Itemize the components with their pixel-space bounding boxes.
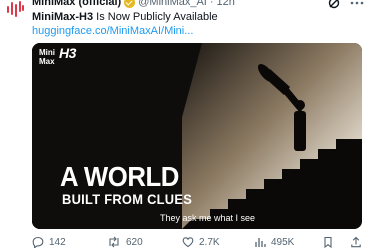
share-icon bbox=[351, 236, 361, 248]
more-icon[interactable] bbox=[350, 0, 364, 14]
grok-icon[interactable] bbox=[328, 0, 340, 14]
brand-bottom: Max bbox=[39, 57, 55, 66]
top-actions bbox=[328, 0, 364, 14]
author-name[interactable]: MiniMax (official) bbox=[32, 0, 121, 8]
tweet-link[interactable]: huggingface.co/MiniMaxAI/Mini... bbox=[32, 25, 193, 37]
media-caption: They ask me what I see bbox=[160, 213, 256, 223]
tweet-text: MiniMax-H3 Is Now Publicly Available bbox=[32, 11, 218, 23]
tweet-text-bold: MiniMax-H3 bbox=[32, 11, 94, 23]
bookmark-button[interactable] bbox=[322, 236, 334, 248]
reply-count: 142 bbox=[49, 236, 66, 248]
separator: · bbox=[209, 0, 214, 8]
brand-model: H3 bbox=[59, 45, 76, 61]
tweet-media[interactable]: Mini Max H3 A WORLD BUILT FROM CLUES The… bbox=[32, 43, 362, 229]
view-count: 495K bbox=[271, 236, 295, 248]
tweet-actions: 142 620 2.7K 495K bbox=[32, 236, 372, 248]
avatar[interactable] bbox=[5, 0, 25, 18]
tweet[interactable]: MiniMax (official) @MiniMax_AI · 12h Min… bbox=[0, 0, 372, 248]
author-handle[interactable]: @MiniMax_AI bbox=[138, 0, 207, 8]
timestamp[interactable]: 12h bbox=[217, 0, 235, 8]
media-subhead: BUILT FROM CLUES bbox=[62, 191, 193, 207]
verified-badge-icon bbox=[124, 0, 136, 8]
views-icon bbox=[255, 238, 266, 247]
views-button[interactable]: 495K bbox=[254, 236, 294, 248]
brand-logo: Mini Max H3 bbox=[39, 46, 76, 66]
like-count: 2.7K bbox=[199, 236, 220, 248]
share-button[interactable] bbox=[350, 236, 362, 248]
heart-icon bbox=[182, 237, 194, 248]
tweet-text-rest: Is Now Publicly Available bbox=[93, 11, 218, 23]
bookmark-icon bbox=[324, 236, 332, 248]
tweet-header: MiniMax (official) @MiniMax_AI · 12h bbox=[32, 0, 235, 8]
repost-count: 620 bbox=[126, 236, 143, 248]
minimax-logo-icon bbox=[7, 1, 24, 17]
like-button[interactable]: 2.7K bbox=[182, 236, 220, 248]
brand-top: Mini bbox=[39, 48, 55, 57]
repost-button[interactable]: 620 bbox=[107, 236, 143, 248]
repost-icon bbox=[109, 236, 119, 248]
reply-icon bbox=[32, 236, 44, 248]
reply-button[interactable]: 142 bbox=[32, 236, 66, 248]
media-headline: A WORLD bbox=[60, 161, 179, 192]
